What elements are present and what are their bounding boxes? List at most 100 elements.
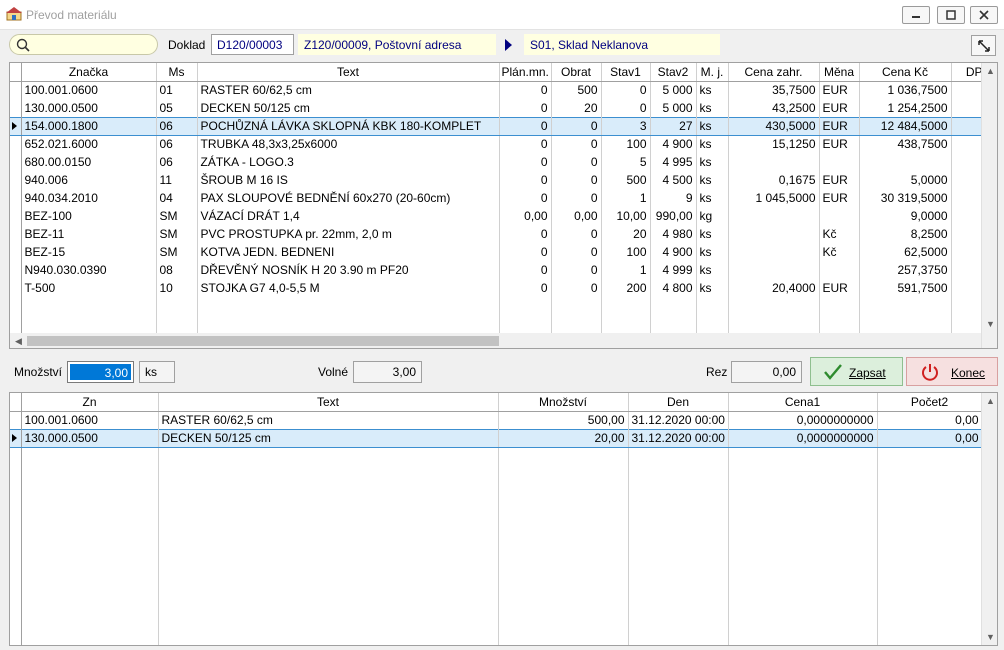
table-cell[interactable]: 0 [601, 81, 651, 99]
table-cell[interactable]: 0,0000000000 [728, 428, 878, 448]
table-cell[interactable]: 4 995 [650, 153, 697, 171]
table-cell[interactable]: 9 [650, 189, 697, 207]
column-header[interactable]: Cena1 [728, 393, 878, 412]
table-cell[interactable]: ZÁTKA - LOGO.3 [197, 153, 500, 171]
table-cell[interactable]: 4 999 [650, 261, 697, 279]
table-cell[interactable]: 0 [551, 243, 602, 261]
table-cell[interactable] [819, 315, 860, 333]
table-cell[interactable] [551, 297, 602, 315]
table-cell[interactable]: SM [156, 207, 198, 225]
table-row[interactable] [10, 483, 983, 501]
table-cell[interactable]: 20,4000 [728, 279, 820, 297]
table-cell[interactable] [499, 315, 552, 333]
table-row[interactable]: 130.000.0500 05 DECKEN 50/125 cm 0 20 0 5 000 k… [10, 99, 997, 117]
table-cell[interactable] [158, 609, 499, 627]
table-cell[interactable] [728, 447, 878, 465]
table-row[interactable]: BEZ-11 SM PVC PROSTUPKA pr. 22mm, 2,0 m002… [10, 225, 997, 243]
table-cell[interactable] [628, 501, 729, 519]
table-cell[interactable]: Kč [819, 225, 860, 243]
table-cell[interactable]: ks [696, 81, 729, 99]
table-cell[interactable] [628, 537, 729, 555]
table-row[interactable]: 652.021.6000 06 TRUBKA 48,3x3,25x6000 0 0 100… [10, 135, 997, 153]
table-cell[interactable]: 0,1675 [728, 171, 820, 189]
table-row[interactable]: 154.000.1800 06 POCHŮZNÁ LÁVKA SKLOPNÁ KBK… [10, 116, 997, 136]
column-header[interactable]: Text [197, 63, 500, 82]
table-cell[interactable]: 0 [551, 261, 602, 279]
table-cell[interactable] [498, 555, 629, 573]
table-cell[interactable]: T-500 [21, 279, 157, 297]
table-cell[interactable] [21, 447, 159, 465]
table-cell[interactable]: 04 [156, 189, 198, 207]
table-cell[interactable]: EUR [819, 81, 860, 99]
table-cell[interactable] [628, 591, 729, 609]
column-header[interactable]: Obrat [551, 63, 602, 82]
table-cell[interactable]: 27 [650, 116, 697, 136]
table-cell[interactable]: 0,00 [877, 428, 983, 448]
table-cell[interactable]: EUR [819, 99, 860, 117]
table-cell[interactable]: ks [696, 171, 729, 189]
table-cell[interactable] [728, 243, 820, 261]
table-cell[interactable]: 9,0000 [859, 207, 952, 225]
table-row[interactable] [10, 591, 983, 609]
table-cell[interactable]: 06 [156, 116, 198, 136]
table-cell[interactable]: 35,7500 [728, 81, 820, 99]
table-cell[interactable]: 430,5000 [728, 116, 820, 136]
table-cell[interactable]: 0 [499, 189, 552, 207]
table-cell[interactable]: ks [696, 279, 729, 297]
table-cell[interactable]: BEZ-11 [21, 225, 157, 243]
column-header[interactable]: Den [628, 393, 729, 412]
table-cell[interactable] [21, 483, 159, 501]
table-cell[interactable] [21, 519, 159, 537]
transfer-grid[interactable]: Zn Text Množství Den Cena1 Počet2 100.001.060… [9, 392, 998, 646]
table-cell[interactable]: 0 [551, 116, 602, 136]
table-cell[interactable] [158, 501, 499, 519]
table-row[interactable] [10, 573, 983, 591]
table-cell[interactable]: 0 [499, 81, 552, 99]
table-cell[interactable]: ks [696, 225, 729, 243]
table-cell[interactable]: BEZ-15 [21, 243, 157, 261]
table-cell[interactable] [859, 153, 952, 171]
table-cell[interactable]: 0,00 [877, 411, 983, 429]
table-cell[interactable] [498, 537, 629, 555]
table-cell[interactable] [819, 207, 860, 225]
table-cell[interactable]: 01 [156, 81, 198, 99]
table-cell[interactable]: 0 [551, 279, 602, 297]
table-cell[interactable] [156, 315, 198, 333]
table-cell[interactable]: 1 [601, 189, 651, 207]
table-cell[interactable]: 4 500 [650, 171, 697, 189]
table-cell[interactable] [498, 609, 629, 627]
table-cell[interactable] [728, 627, 878, 645]
table-cell[interactable]: 5 000 [650, 99, 697, 117]
table-row[interactable] [10, 447, 983, 465]
column-header[interactable]: Značka [21, 63, 157, 82]
table-cell[interactable] [197, 315, 500, 333]
table-cell[interactable]: 500 [551, 81, 602, 99]
table-row[interactable]: T-500 10 STOJKA G7 4,0-5,5 M 0 0 200 4 800 ks 20… [10, 279, 997, 297]
table-cell[interactable] [158, 627, 499, 645]
table-cell[interactable] [21, 537, 159, 555]
table-cell[interactable]: POCHŮZNÁ LÁVKA SKLOPNÁ KBK 180-KOMPLET [197, 116, 500, 136]
table-cell[interactable]: 940.034.2010 [21, 189, 157, 207]
table-cell[interactable]: SM [156, 225, 198, 243]
table-cell[interactable]: DECKEN 50/125 cm [158, 428, 499, 448]
column-header[interactable]: Stav2 [650, 63, 697, 82]
zakazka-field[interactable]: Z120/00009, Poštovní adresa [298, 34, 496, 55]
table-cell[interactable] [728, 591, 878, 609]
table-cell[interactable]: 0 [551, 189, 602, 207]
table-cell[interactable]: 100 [601, 243, 651, 261]
table-cell[interactable] [859, 315, 952, 333]
table-cell[interactable] [21, 501, 159, 519]
table-cell[interactable]: 0 [551, 135, 602, 153]
table-cell[interactable]: 05 [156, 99, 198, 117]
table-cell[interactable]: ks [696, 135, 729, 153]
table-cell[interactable]: 4 800 [650, 279, 697, 297]
table-cell[interactable]: EUR [819, 135, 860, 153]
table-cell[interactable]: 11 [156, 171, 198, 189]
table-cell[interactable]: 0 [499, 171, 552, 189]
column-header[interactable]: Text [158, 393, 499, 412]
table-cell[interactable] [877, 501, 983, 519]
table-cell[interactable]: 652.021.6000 [21, 135, 157, 153]
table-row[interactable] [10, 465, 983, 483]
table-row[interactable] [10, 537, 983, 555]
table-row[interactable]: 100.001.0600 RASTER 60/62,5 cm 500,00 31.12… [10, 411, 983, 429]
